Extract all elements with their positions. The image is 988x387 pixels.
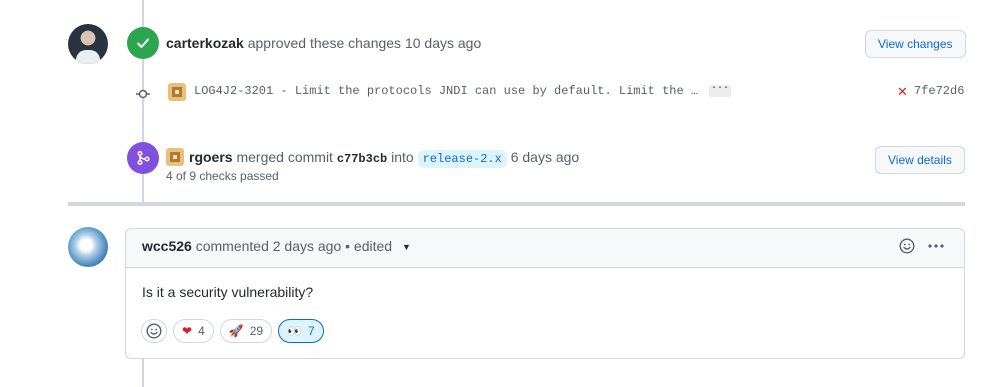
reaction-count: 4 bbox=[198, 324, 205, 338]
view-details-button[interactable]: View details bbox=[875, 146, 965, 174]
merge-author-avatar[interactable] bbox=[166, 148, 184, 166]
comment-body: Is it a security vulnerability? bbox=[142, 284, 314, 300]
commit-sha[interactable]: 7fe72d6 bbox=[914, 84, 964, 98]
reaction-count: 7 bbox=[308, 324, 315, 338]
reaction-count: 29 bbox=[249, 324, 264, 338]
heart-icon: ❤ bbox=[182, 324, 193, 338]
commit-expand-button[interactable]: ··· bbox=[709, 84, 731, 97]
reaction-rocket-button[interactable]: 🚀 29 bbox=[219, 319, 273, 343]
review-time[interactable]: 10 days ago bbox=[405, 35, 481, 51]
git-merge-icon bbox=[137, 150, 150, 166]
add-reaction-button[interactable] bbox=[141, 319, 167, 343]
commit-author-avatar[interactable] bbox=[168, 83, 186, 101]
reaction-eyes-button[interactable]: 👀 7 bbox=[278, 319, 324, 343]
merge-author[interactable]: rgoers bbox=[189, 149, 233, 165]
view-changes-button[interactable]: View changes bbox=[865, 30, 966, 58]
rocket-icon: 🚀 bbox=[228, 324, 244, 338]
check-icon bbox=[137, 38, 149, 48]
x-icon[interactable]: ✕ bbox=[897, 84, 908, 100]
timeline-separator bbox=[68, 202, 965, 206]
merge-into-text: into bbox=[391, 149, 414, 165]
commit-message[interactable]: LOG4J2-3201 - Limit the protocols JNDI c… bbox=[194, 84, 698, 98]
reaction-heart-button[interactable]: ❤ 4 bbox=[173, 319, 214, 343]
commit-icon bbox=[136, 89, 150, 99]
timeline-line bbox=[142, 358, 144, 387]
avatar-wcc526[interactable] bbox=[68, 227, 108, 267]
smiley-icon[interactable] bbox=[899, 238, 915, 254]
merge-event-text: rgoers merged commit c77b3cb into releas… bbox=[189, 149, 580, 168]
comment-header: wcc526 commented 2 days ago • edited ▼ bbox=[126, 229, 964, 268]
kebab-horizontal-icon[interactable] bbox=[927, 238, 945, 254]
eyes-icon: 👀 bbox=[287, 324, 303, 338]
comment-author[interactable]: wcc526 bbox=[142, 238, 192, 254]
comment-card: wcc526 commented 2 days ago • edited ▼ I… bbox=[125, 228, 965, 359]
comment-meta[interactable]: commented 2 days ago • edited bbox=[196, 238, 392, 254]
merge-action: merged commit bbox=[236, 149, 333, 165]
review-author[interactable]: carterkozak bbox=[166, 35, 244, 51]
avatar-carterkozak[interactable] bbox=[68, 24, 108, 64]
merge-commit-sha[interactable]: c77b3cb bbox=[337, 152, 387, 166]
merge-time[interactable]: 6 days ago bbox=[511, 149, 580, 165]
checks-status: 4 of 9 checks passed bbox=[166, 169, 279, 183]
reactions-bar: ❤ 4 🚀 29 👀 7 bbox=[141, 319, 324, 343]
comment-head: wcc526 commented 2 days ago • edited ▼ bbox=[142, 238, 411, 254]
chevron-down-icon[interactable]: ▼ bbox=[402, 242, 411, 252]
branch-label[interactable]: release-2.x bbox=[417, 150, 507, 168]
review-action: approved these changes bbox=[247, 35, 402, 51]
review-event-text: carterkozak approved these changes 10 da… bbox=[166, 35, 481, 51]
approved-badge bbox=[127, 27, 159, 59]
merged-badge bbox=[127, 142, 159, 174]
smiley-icon bbox=[146, 323, 162, 339]
